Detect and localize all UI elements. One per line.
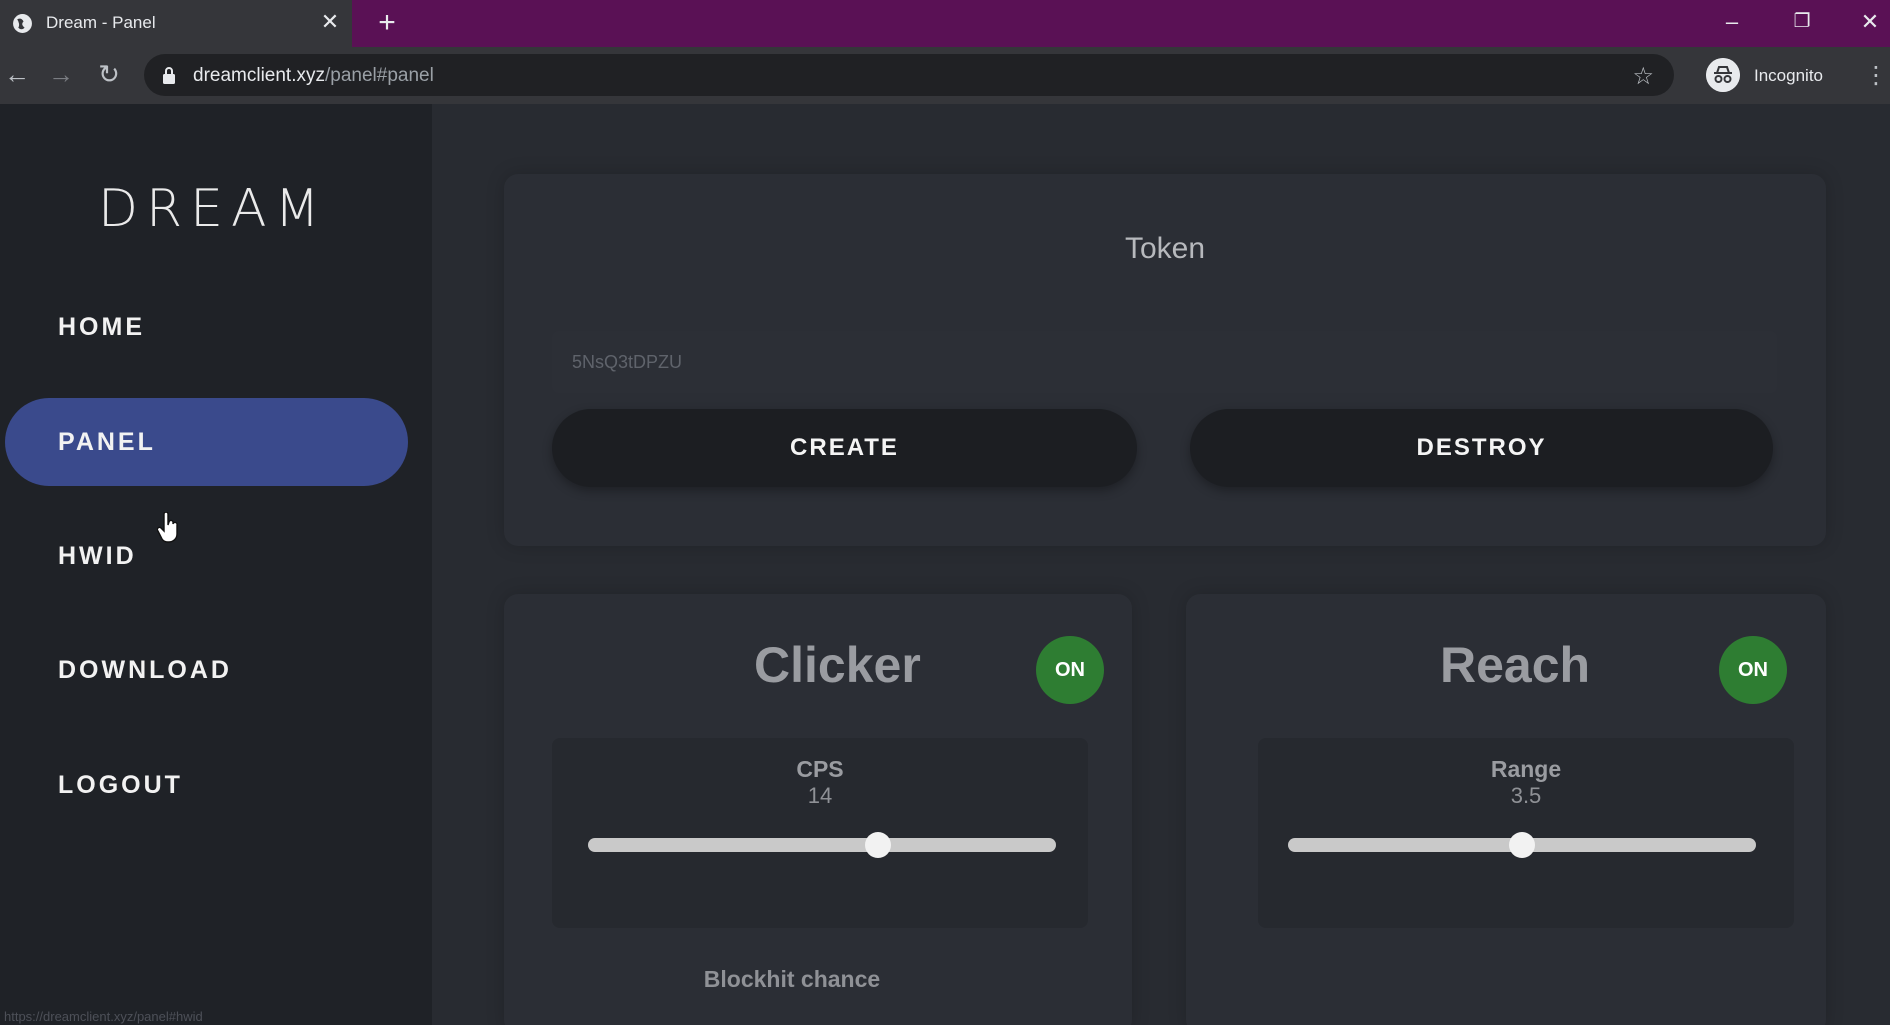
slider-label: CPS [796, 756, 844, 782]
globe-icon [13, 14, 32, 33]
minimize-button[interactable]: – [1712, 4, 1752, 40]
nav-item-label: HOME [58, 313, 145, 341]
nav-item-logout[interactable]: LOGOUT [5, 741, 408, 829]
restore-button[interactable]: ❐ [1782, 4, 1822, 40]
nav-item-home[interactable]: HOME [5, 283, 408, 371]
bookmark-star-icon[interactable]: ☆ [1632, 62, 1654, 91]
reach-toggle[interactable]: ON [1719, 636, 1787, 704]
new-tab-button[interactable]: + [372, 8, 402, 38]
clicker-toggle[interactable]: ON [1036, 636, 1104, 704]
slider-value: 14 [807, 783, 833, 808]
browser-toolbar: ← → ↻ dreamclient.xyz/panel#panel ☆ Inco… [0, 47, 1890, 104]
create-button[interactable]: CREATE [552, 409, 1137, 487]
slider-value: 3.5 [1510, 783, 1542, 808]
destroy-button[interactable]: DESTROY [1190, 409, 1773, 487]
page: DREAM HOME PANEL HWID DOWNLOAD LOGOUT To… [0, 104, 1890, 1025]
tab-close-icon[interactable]: ✕ [318, 10, 342, 34]
range-slider-panel: Range 3.5 [1258, 738, 1794, 928]
blockhit-chance-label: Blockhit chance [703, 966, 881, 992]
nav-item-download[interactable]: DOWNLOAD [5, 626, 408, 714]
lock-icon [163, 67, 175, 84]
sidebar: DREAM HOME PANEL HWID DOWNLOAD LOGOUT [0, 104, 432, 1025]
main-content: Token CREATE DESTROY Clicker ON CPS 14 B… [432, 104, 1890, 1025]
tab-title: Dream - Panel [46, 13, 156, 32]
reload-icon[interactable]: ↻ [92, 57, 126, 91]
nav-item-label: DOWNLOAD [58, 656, 232, 684]
address-bar[interactable]: dreamclient.xyz/panel#panel ☆ [144, 54, 1674, 96]
logo: DREAM [98, 179, 328, 239]
nav-item-label: HWID [58, 542, 137, 570]
cps-slider-panel: CPS 14 [552, 738, 1088, 928]
browser-tab[interactable]: Dream - Panel ✕ [0, 0, 352, 47]
hand-cursor-icon [157, 512, 178, 543]
forward-arrow-icon[interactable]: → [44, 57, 78, 91]
module-title: Clicker [754, 637, 921, 693]
nav-item-panel[interactable]: PANEL [5, 398, 408, 486]
browser-title-bar: Dream - Panel ✕ + – ❐ ✕ [0, 0, 1890, 47]
module-title: Reach [1440, 637, 1591, 693]
browser-menu-icon[interactable]: ⋮ [1864, 61, 1888, 91]
window-close-button[interactable]: ✕ [1850, 4, 1890, 40]
incognito-label: Incognito [1754, 66, 1823, 85]
incognito-icon [1706, 58, 1740, 92]
slider-thumb[interactable] [1509, 832, 1535, 858]
incognito-profile-button[interactable]: Incognito [1706, 58, 1846, 94]
nav-item-label: PANEL [58, 428, 156, 456]
url-text: dreamclient.xyz/panel#panel [193, 65, 434, 86]
nav-item-hwid[interactable]: HWID [5, 512, 408, 600]
clicker-card: Clicker ON CPS 14 Blockhit chance [504, 594, 1132, 1025]
status-bar-url: https://dreamclient.xyz/panel#hwid [0, 1008, 278, 1025]
nav-item-label: LOGOUT [58, 771, 183, 799]
slider-label: Range [1490, 756, 1562, 782]
token-title: Token [1124, 232, 1206, 265]
slider-thumb[interactable] [865, 832, 892, 858]
token-input[interactable] [552, 331, 1777, 393]
back-arrow-icon[interactable]: ← [0, 57, 34, 91]
range-slider[interactable] [1288, 832, 1756, 858]
cps-slider[interactable] [588, 832, 1056, 858]
reach-card: Reach ON Range 3.5 [1186, 594, 1826, 1025]
